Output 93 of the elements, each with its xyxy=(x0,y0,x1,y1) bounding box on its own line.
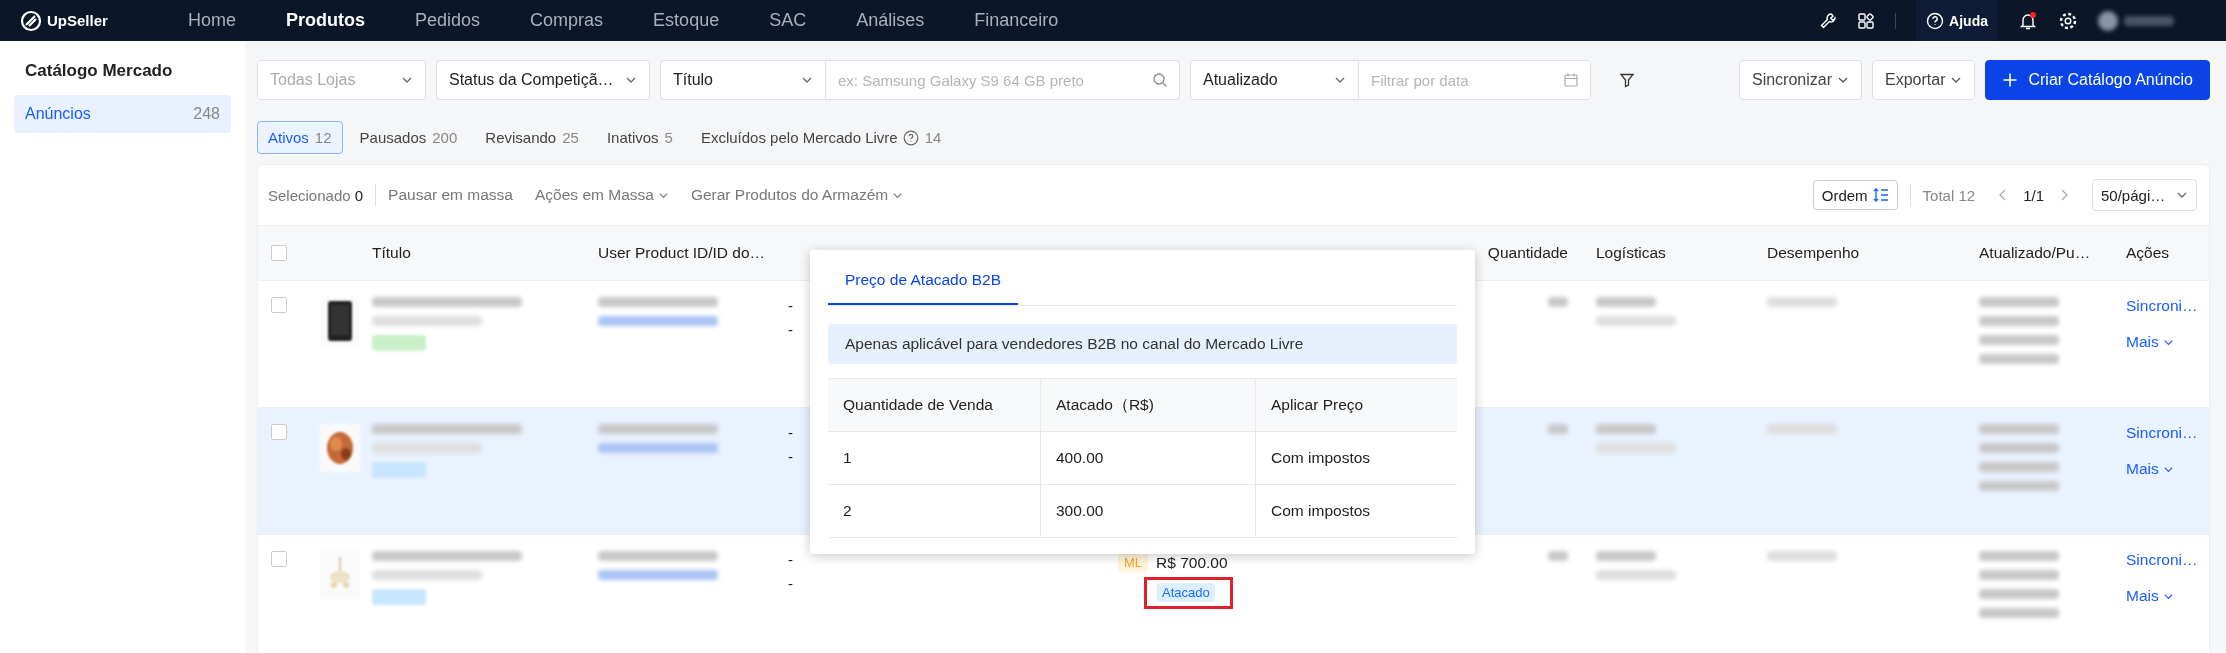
settings-icon[interactable] xyxy=(2058,10,2078,31)
more-link[interactable]: Mais xyxy=(2126,587,2174,605)
sync-link[interactable]: Sincroni… xyxy=(2126,551,2198,569)
search-field[interactable]: ex: Samsung Galaxy S9 64 GB preto xyxy=(825,60,1180,100)
help-button[interactable]: Ajuda xyxy=(1916,0,1998,41)
apps-icon[interactable] xyxy=(1857,11,1876,30)
info-notice: Apenas aplicável para vendedores B2B no canal do Mercado Livre xyxy=(828,324,1457,364)
nav-item[interactable]: Produtos xyxy=(261,10,390,31)
sync-link[interactable]: Sincroni… xyxy=(2126,297,2198,315)
popover-tab[interactable]: Preço de Atacado B2B xyxy=(828,271,1018,305)
bell-icon[interactable] xyxy=(2018,10,2038,31)
column-header: Atualizado/Pu… xyxy=(1978,244,2092,262)
table-cell: 300.00 xyxy=(1040,485,1255,537)
blurred-text xyxy=(1548,297,1568,307)
filter-icon[interactable] xyxy=(1619,72,1635,88)
blurred-text xyxy=(1767,297,1837,307)
wrench-icon[interactable] xyxy=(1819,11,1838,30)
blurred-tag xyxy=(372,335,426,351)
select-all-checkbox[interactable] xyxy=(271,245,287,261)
blurred-text xyxy=(1596,424,1656,434)
selected-count: Selecionado 0 xyxy=(268,186,364,204)
blurred-text xyxy=(1548,551,1568,561)
column-header: Desempenho xyxy=(1766,244,1861,262)
status-tab[interactable]: Pausados 200 xyxy=(348,121,469,154)
status-tab[interactable]: Revisando 25 xyxy=(474,121,590,154)
nav-item[interactable]: Compras xyxy=(505,10,629,31)
sku-value: - xyxy=(788,575,793,593)
sort-button[interactable]: Ordem xyxy=(1812,180,1898,210)
table-cell-text: 1 xyxy=(842,448,853,468)
total-count: Total 12 xyxy=(1922,186,1976,204)
bulk-action-button[interactable]: Ações em Massa xyxy=(535,186,669,204)
table-cell: Com impostos xyxy=(1255,485,1457,537)
sku-value: - xyxy=(788,424,793,442)
price-value: R$ 700.00 xyxy=(1156,553,1228,572)
blurred-text xyxy=(1596,551,1656,561)
nav-item[interactable]: Home xyxy=(163,10,261,31)
sku-value: - xyxy=(788,297,793,315)
column-header: Aplicar Preço xyxy=(1255,379,1457,431)
column-header: Quantidade xyxy=(1486,244,1569,262)
page-indicator: 1/1 xyxy=(2023,186,2044,204)
nav-item[interactable]: Análises xyxy=(831,10,950,31)
sku-value: - xyxy=(788,448,793,466)
bulk-action-button[interactable]: Gerar Produtos do Armazém xyxy=(690,186,904,204)
status-tab[interactable]: Ativos 12 xyxy=(257,121,343,154)
logo-icon xyxy=(20,9,42,32)
column-header: User Product ID/ID do… xyxy=(597,244,767,262)
status-tab[interactable]: Inativos 5 xyxy=(595,121,684,154)
logo-text: UpSeller xyxy=(47,12,108,29)
sort-icon xyxy=(1872,188,1889,202)
row-checkbox[interactable] xyxy=(271,551,287,567)
dropdown-button[interactable]: Sincronizar xyxy=(1738,60,1862,100)
sidebar-title: Catálogo Mercado xyxy=(24,61,174,81)
plus-icon xyxy=(2002,72,2019,88)
calendar-icon xyxy=(1563,72,1579,88)
row-checkbox[interactable] xyxy=(271,424,287,440)
column-header: Ações xyxy=(2125,244,2171,262)
search-icon[interactable] xyxy=(1152,72,1168,88)
sync-link[interactable]: Sincroni… xyxy=(2126,424,2198,442)
blurred-text xyxy=(1548,424,1568,434)
blurred-tag xyxy=(372,462,426,478)
sidebar-item[interactable]: Anúncios 248 xyxy=(14,95,231,133)
column-header: Título xyxy=(371,244,412,262)
blurred-text xyxy=(1767,551,1837,561)
nav-item[interactable]: SAC xyxy=(744,10,832,31)
more-link[interactable]: Mais xyxy=(2126,460,2174,478)
table-cell: 400.00 xyxy=(1040,432,1255,484)
page-size-select[interactable]: 50/pági… xyxy=(2092,179,2197,211)
status-tab[interactable]: Excluídos pelo Mercado Livre 14 xyxy=(689,121,953,154)
column-header: Quantidade de Venda xyxy=(842,395,994,415)
sku-value: - xyxy=(788,321,793,339)
column-header: Logísticas xyxy=(1595,244,1667,262)
more-link[interactable]: Mais xyxy=(2126,333,2174,351)
date-field[interactable]: Filtrar por data xyxy=(1358,60,1591,100)
wholesale-tag[interactable]: Atacado xyxy=(1157,583,1215,602)
status-select[interactable]: Status da Competiçã… xyxy=(436,60,650,100)
question-icon xyxy=(1926,11,1945,30)
dropdown-button[interactable]: Exportar xyxy=(1872,60,1976,100)
blurred-tag xyxy=(372,589,426,605)
table-cell: Com impostos xyxy=(1255,432,1457,484)
column-header: Atacado（R$) xyxy=(1040,379,1255,431)
table-cell-text: 2 xyxy=(842,501,853,521)
blurred-text xyxy=(1596,297,1656,307)
nav-item[interactable]: Estoque xyxy=(628,10,745,31)
row-checkbox[interactable] xyxy=(271,297,287,313)
bulk-action-button[interactable]: Pausar em massa xyxy=(388,186,513,204)
date-type-select[interactable]: Atualizado xyxy=(1190,60,1358,100)
create-button[interactable]: Criar Catálogo Anúncio xyxy=(1985,60,2210,100)
help-icon[interactable] xyxy=(902,129,919,146)
nav-item[interactable]: Pedidos xyxy=(390,10,506,31)
search-by-select[interactable]: Título xyxy=(660,60,825,100)
sku-value: - xyxy=(788,551,793,569)
blurred-text xyxy=(1767,424,1837,434)
nav-item[interactable]: Financeiro xyxy=(949,10,1084,31)
